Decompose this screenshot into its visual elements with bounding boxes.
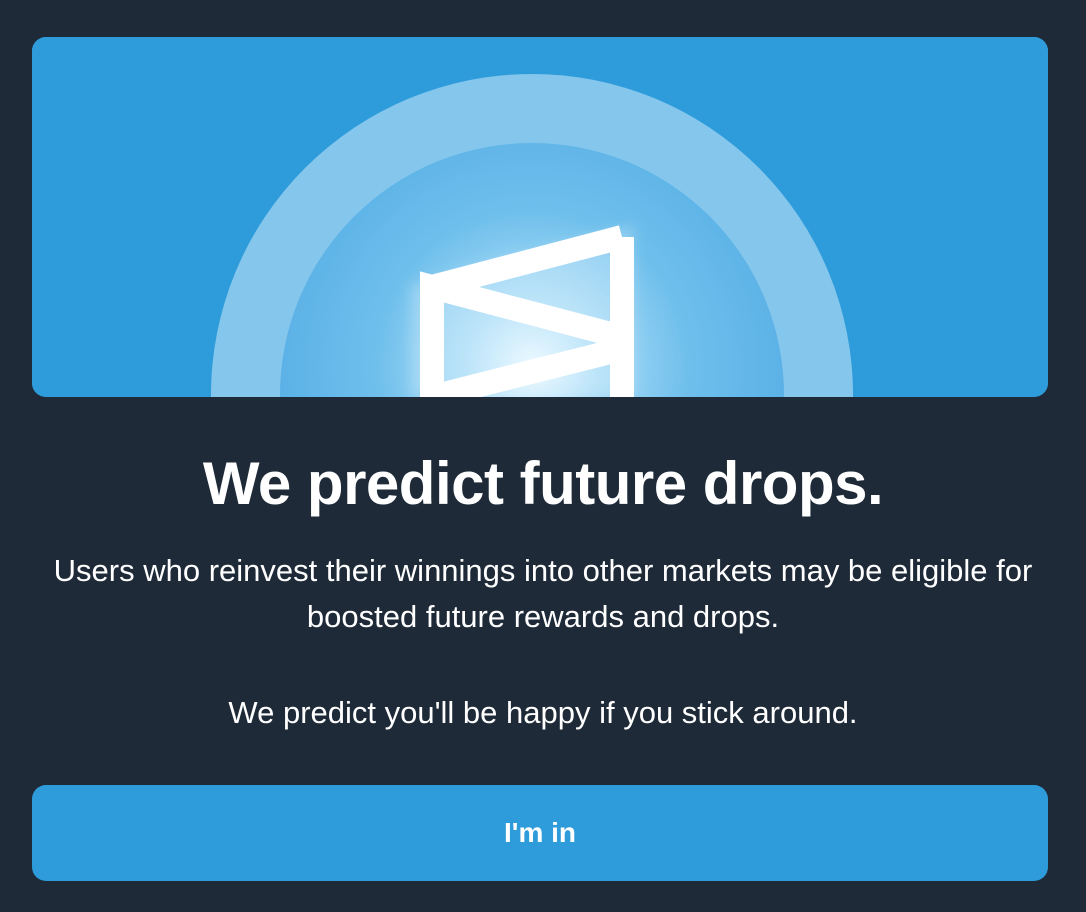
hero-banner xyxy=(32,37,1048,397)
im-in-button[interactable]: I'm in xyxy=(32,785,1048,881)
modal-description-secondary: We predict you'll be happy if you stick … xyxy=(228,695,858,730)
modal-description: Users who reinvest their winnings into o… xyxy=(53,553,1033,634)
hero-illustration xyxy=(32,37,1048,397)
drops-modal: We predict future drops. Users who reinv… xyxy=(0,0,1086,912)
modal-title: We predict future drops. xyxy=(202,450,884,517)
